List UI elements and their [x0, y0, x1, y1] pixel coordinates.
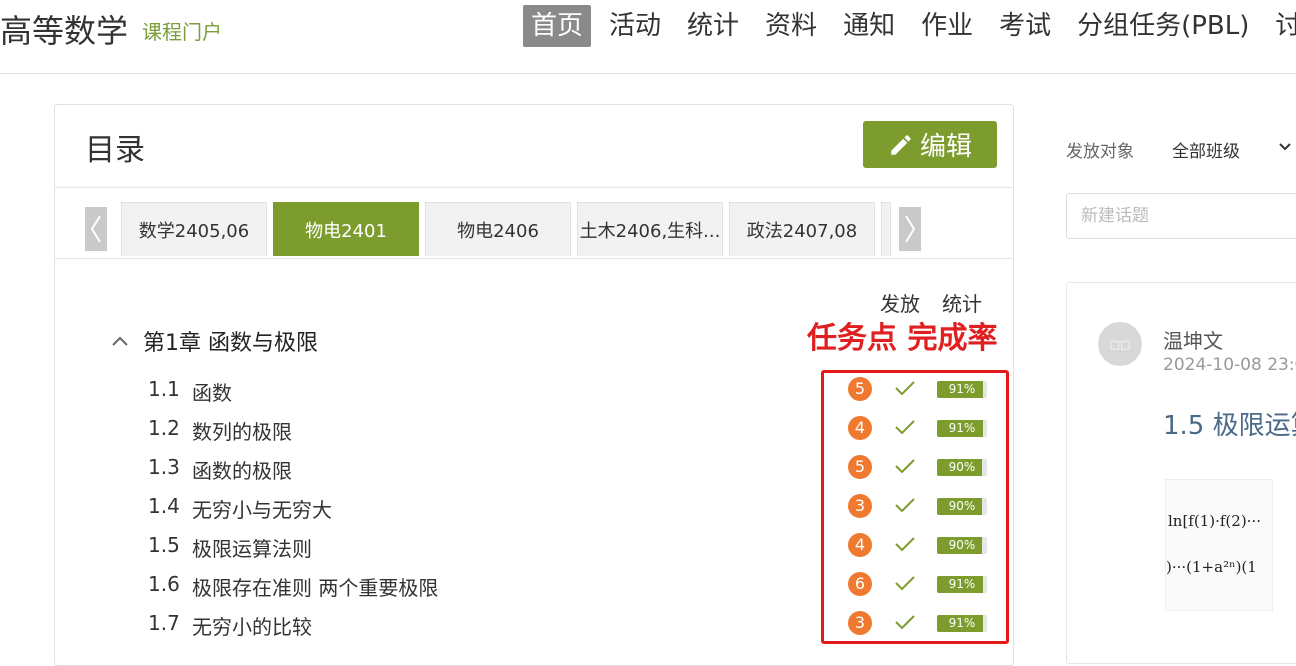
section-title[interactable]: 函数 [192, 377, 232, 406]
section-title[interactable]: 函数的极限 [192, 455, 292, 484]
task-count-badge: 4 [848, 416, 872, 440]
chevron-left-icon [90, 215, 101, 243]
check-icon [895, 459, 915, 474]
completion-rate-bar[interactable]: 91% [937, 420, 987, 437]
check-icon [895, 537, 915, 552]
section-row[interactable]: 1.1 函数 5 91% [148, 371, 1008, 410]
completion-rate-text: 91% [948, 382, 976, 396]
main-nav: 首页活动统计资料通知作业考试分组任务(PBL)讨 [523, 5, 1296, 47]
course-portal-label: 课程门户 [142, 20, 222, 44]
completion-rate-text: 91% [948, 421, 976, 435]
nav-item-2[interactable]: 活动 [601, 5, 669, 47]
tabs-next-button[interactable] [899, 207, 921, 251]
catalog-header: 目录 编辑 [55, 105, 1013, 188]
chevron-right-icon [905, 215, 916, 243]
nav-item-5[interactable]: 通知 [835, 5, 903, 47]
nav-item-1[interactable]: 首页 [523, 5, 592, 47]
chevron-down-icon[interactable] [1278, 142, 1292, 152]
class-tabs: 数学2405,06 物电2401 物电2406 土木2406,生科... 政法2407,… [55, 188, 1013, 259]
completion-rate-bar[interactable]: 91% [937, 381, 987, 398]
section-number: 1.4 [148, 494, 180, 518]
publish-target-label: 发放对象 [1066, 142, 1134, 162]
formula-line-1: ln[f(1)·f(2)··· [1168, 512, 1261, 530]
section-title[interactable]: 极限存在准则 两个重要极限 [192, 572, 438, 601]
section-number: 1.1 [148, 377, 180, 401]
class-tab[interactable]: 数学2405,06 [121, 202, 267, 256]
section-number: 1.2 [148, 416, 180, 440]
catalog-panel: 目录 编辑 数学2405,06 物电2401 物电2406 土木2406,生科... 政… [54, 104, 1014, 666]
avatar[interactable]: □□ [1098, 322, 1142, 366]
nav-item-3[interactable]: 统计 [679, 5, 747, 47]
completion-rate-bar[interactable]: 90% [937, 459, 987, 476]
section-row[interactable]: 1.3 函数的极限 5 90% [148, 449, 1008, 488]
section-row[interactable]: 1.5 极限运算法则 4 90% [148, 527, 1008, 566]
new-topic-input[interactable] [1066, 193, 1296, 239]
section-number: 1.6 [148, 572, 180, 596]
post-formula-image[interactable]: ln[f(1)·f(2)··· )···(1+a²ⁿ)(1 [1165, 479, 1273, 611]
completion-rate-text: 91% [948, 577, 976, 591]
section-title[interactable]: 无穷小的比较 [192, 611, 312, 640]
edit-button-label: 编辑 [919, 132, 972, 162]
section-number: 1.7 [148, 611, 180, 635]
class-tab[interactable]: 物电2401 [273, 202, 419, 256]
class-tab-overflow[interactable] [881, 202, 891, 256]
completion-rate-text: 90% [948, 499, 976, 513]
task-count-badge: 5 [848, 455, 872, 479]
task-count-badge: 6 [848, 572, 872, 596]
task-count-badge: 3 [848, 494, 872, 518]
check-icon [895, 420, 915, 435]
completion-rate-text: 90% [948, 538, 976, 552]
completion-rate-text: 90% [948, 460, 976, 474]
section-row[interactable]: 1.7 无穷小的比较 3 91% [148, 605, 1008, 644]
catalog-title: 目录 [85, 133, 145, 168]
class-tab[interactable]: 物电2406 [425, 202, 571, 256]
task-count-badge: 5 [848, 377, 872, 401]
completion-rate-text: 91% [948, 616, 976, 630]
post-title[interactable]: 1.5 极限运算 [1163, 405, 1296, 442]
top-navigation-bar: 高等数学 课程门户 首页活动统计资料通知作业考试分组任务(PBL)讨 [0, 0, 1296, 74]
nav-item-6[interactable]: 作业 [913, 5, 981, 47]
section-title[interactable]: 无穷小与无穷大 [192, 494, 332, 523]
pencil-icon [891, 134, 911, 155]
nav-item-8[interactable]: 分组任务(PBL) [1069, 5, 1257, 47]
course-title[interactable]: 高等数学 [0, 6, 128, 52]
check-icon [895, 615, 915, 630]
completion-rate-bar[interactable]: 91% [937, 576, 987, 593]
discussion-post-card[interactable]: □□ 温坤文 2024-10-08 23:0 1.5 极限运算 ln[f(1)·… [1066, 282, 1296, 664]
section-row[interactable]: 1.2 数列的极限 4 91% [148, 410, 1008, 449]
check-icon [895, 381, 915, 396]
annotation-label: 任务点 完成率 [807, 321, 998, 356]
task-count-badge: 4 [848, 533, 872, 557]
completion-rate-bar[interactable]: 90% [937, 537, 987, 554]
section-title[interactable]: 数列的极限 [192, 416, 292, 445]
post-timestamp: 2024-10-08 23:0 [1163, 355, 1296, 375]
chapter-1[interactable]: 第1章 函数与极限 [111, 325, 318, 357]
section-row[interactable]: 1.6 极限存在准则 两个重要极限 6 91% [148, 566, 1008, 605]
nav-item-9[interactable]: 讨 [1267, 5, 1296, 47]
class-tab[interactable]: 政法2407,08 [729, 202, 875, 256]
post-author[interactable]: 温坤文 [1163, 325, 1223, 354]
chapter-title: 第1章 函数与极限 [143, 331, 318, 356]
section-row[interactable]: 1.4 无穷小与无穷大 3 90% [148, 488, 1008, 527]
nav-item-4[interactable]: 资料 [757, 5, 825, 47]
chevron-up-icon[interactable] [111, 335, 129, 347]
section-list: 1.1 函数 5 91% 1.2 数列的极限 4 91% 1.3 函数的极限 5 90% 1.4 无穷小与… [148, 371, 1008, 644]
publish-target-select[interactable]: 全部班级 [1172, 137, 1240, 162]
completion-rate-bar[interactable]: 90% [937, 498, 987, 515]
tabs-prev-button[interactable] [85, 207, 107, 251]
formula-line-2: )···(1+a²ⁿ)(1 [1166, 558, 1257, 576]
task-count-badge: 3 [848, 611, 872, 635]
section-number: 1.3 [148, 455, 180, 479]
check-icon [895, 498, 915, 513]
section-number: 1.5 [148, 533, 180, 557]
check-icon [895, 576, 915, 591]
class-tab[interactable]: 土木2406,生科... [577, 202, 723, 256]
section-title[interactable]: 极限运算法则 [192, 533, 312, 562]
edit-button[interactable]: 编辑 [863, 121, 997, 168]
nav-item-7[interactable]: 考试 [991, 5, 1059, 47]
completion-rate-bar[interactable]: 91% [937, 615, 987, 632]
